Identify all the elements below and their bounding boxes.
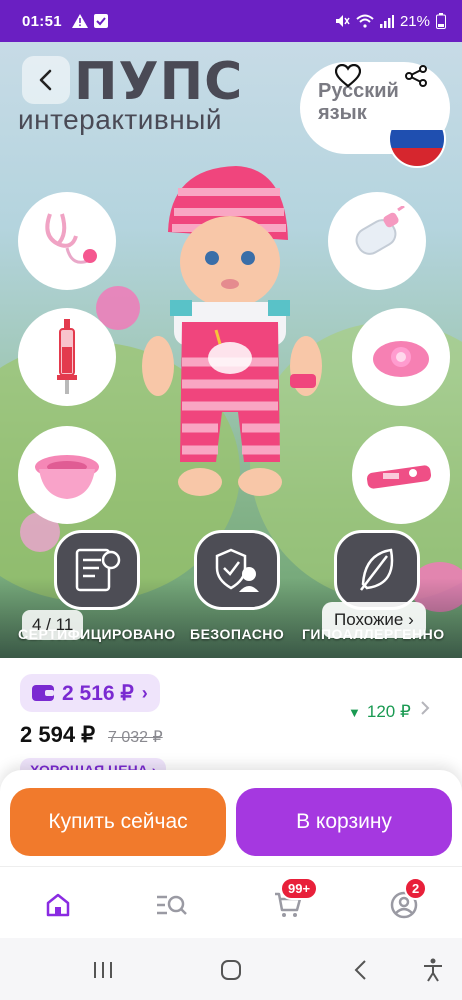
- home-icon: [46, 893, 70, 917]
- system-navigation: [0, 938, 462, 1000]
- accessory-bottle: [328, 192, 426, 290]
- accessory-stethoscope: [18, 192, 116, 290]
- action-sheet: Купить сейчас В корзину: [0, 770, 462, 866]
- feather-icon: [360, 548, 394, 591]
- product-title-small: интерактивный: [18, 104, 222, 135]
- status-right-icons: 21%: [334, 13, 446, 30]
- cart-badge: 99+: [280, 877, 319, 900]
- back-button[interactable]: [22, 56, 70, 104]
- heart-icon: [335, 64, 361, 88]
- nav-catalog[interactable]: [152, 887, 192, 923]
- bonus-amount: 120 ₽: [366, 702, 411, 721]
- back-icon: [39, 69, 52, 91]
- russian-flag-icon: [388, 110, 446, 168]
- mute-icon: [335, 15, 350, 27]
- product-title-big: ПУПС: [74, 52, 244, 112]
- share-button[interactable]: [396, 56, 436, 96]
- signal-icon: [379, 15, 394, 28]
- accessory-syringe: [18, 308, 116, 406]
- accessibility-icon: [424, 958, 442, 982]
- back-arrow-icon: [354, 960, 366, 980]
- accessory-thermometer: [352, 426, 450, 524]
- wallet-price-pill[interactable]: 2 516 ₽ ›: [20, 674, 160, 712]
- system-back-button[interactable]: [346, 956, 376, 984]
- buy-now-button[interactable]: Купить сейчас: [10, 788, 226, 856]
- accessibility-button[interactable]: [418, 956, 448, 984]
- bottle-icon: [355, 206, 405, 255]
- potty-icon: [35, 455, 99, 499]
- favorite-button[interactable]: [328, 56, 368, 96]
- shield-check-icon: [215, 548, 259, 592]
- feature-label-safe: БЕЗОПАСНО: [190, 626, 285, 642]
- add-to-cart-button[interactable]: В корзину: [236, 788, 452, 856]
- chevron-right-icon: ›: [141, 682, 148, 703]
- wallet-icon: [32, 685, 54, 701]
- recent-apps-button[interactable]: [88, 956, 118, 984]
- battery-text: 21%: [399, 12, 430, 30]
- bottom-navigation: 99+ 2: [0, 866, 462, 938]
- accessory-pacifier: [352, 308, 450, 406]
- accessory-potty: [18, 426, 116, 524]
- stethoscope-icon: [45, 213, 97, 264]
- app-screen: 01:51 21% ПУПС интерактивный Русский язы…: [0, 0, 462, 1000]
- current-price: 2 594 ₽: [20, 722, 96, 747]
- chevron-right-icon[interactable]: [420, 700, 430, 721]
- thermometer-icon: [366, 465, 432, 489]
- similar-button[interactable]: Похожие ›: [322, 602, 426, 638]
- doll-illustration: [142, 166, 322, 496]
- status-time: 01:51: [22, 12, 62, 30]
- warning-icon: [71, 14, 88, 28]
- home-system-button[interactable]: [216, 956, 246, 984]
- feature-safe: [194, 530, 280, 610]
- catalog-icon: [157, 895, 187, 915]
- home-circle-icon: [221, 960, 241, 980]
- product-image[interactable]: ПУПС интерактивный Русский язык СЕРТИФИЦ…: [0, 42, 462, 658]
- wallet-price: 2 516 ₽: [62, 681, 134, 705]
- feature-certified: [54, 530, 140, 610]
- status-bar: 01:51 21%: [0, 0, 462, 42]
- syringe-icon: [57, 319, 77, 394]
- share-icon: [405, 65, 427, 87]
- checkbox-icon: [93, 14, 108, 28]
- bonus-arrow-icon: ▼: [348, 704, 361, 720]
- wifi-icon: [356, 14, 374, 28]
- battery-icon: [436, 13, 446, 29]
- nav-home[interactable]: [38, 887, 78, 923]
- image-counter: 4 / 11: [22, 610, 84, 640]
- bonus-points[interactable]: ▼ 120 ₽: [348, 702, 411, 722]
- recent-apps-icon: [94, 962, 112, 978]
- old-price: 7 032 ₽: [108, 729, 163, 746]
- pacifier-icon: [373, 341, 429, 377]
- price-section: 2 516 ₽ › 2 594 ₽ 7 032 ₽ ▼ 120 ₽ ХОРОША…: [0, 658, 462, 782]
- feature-hypoallergenic: [334, 530, 420, 610]
- certificate-icon: [75, 548, 121, 592]
- status-left-icons: [71, 14, 108, 28]
